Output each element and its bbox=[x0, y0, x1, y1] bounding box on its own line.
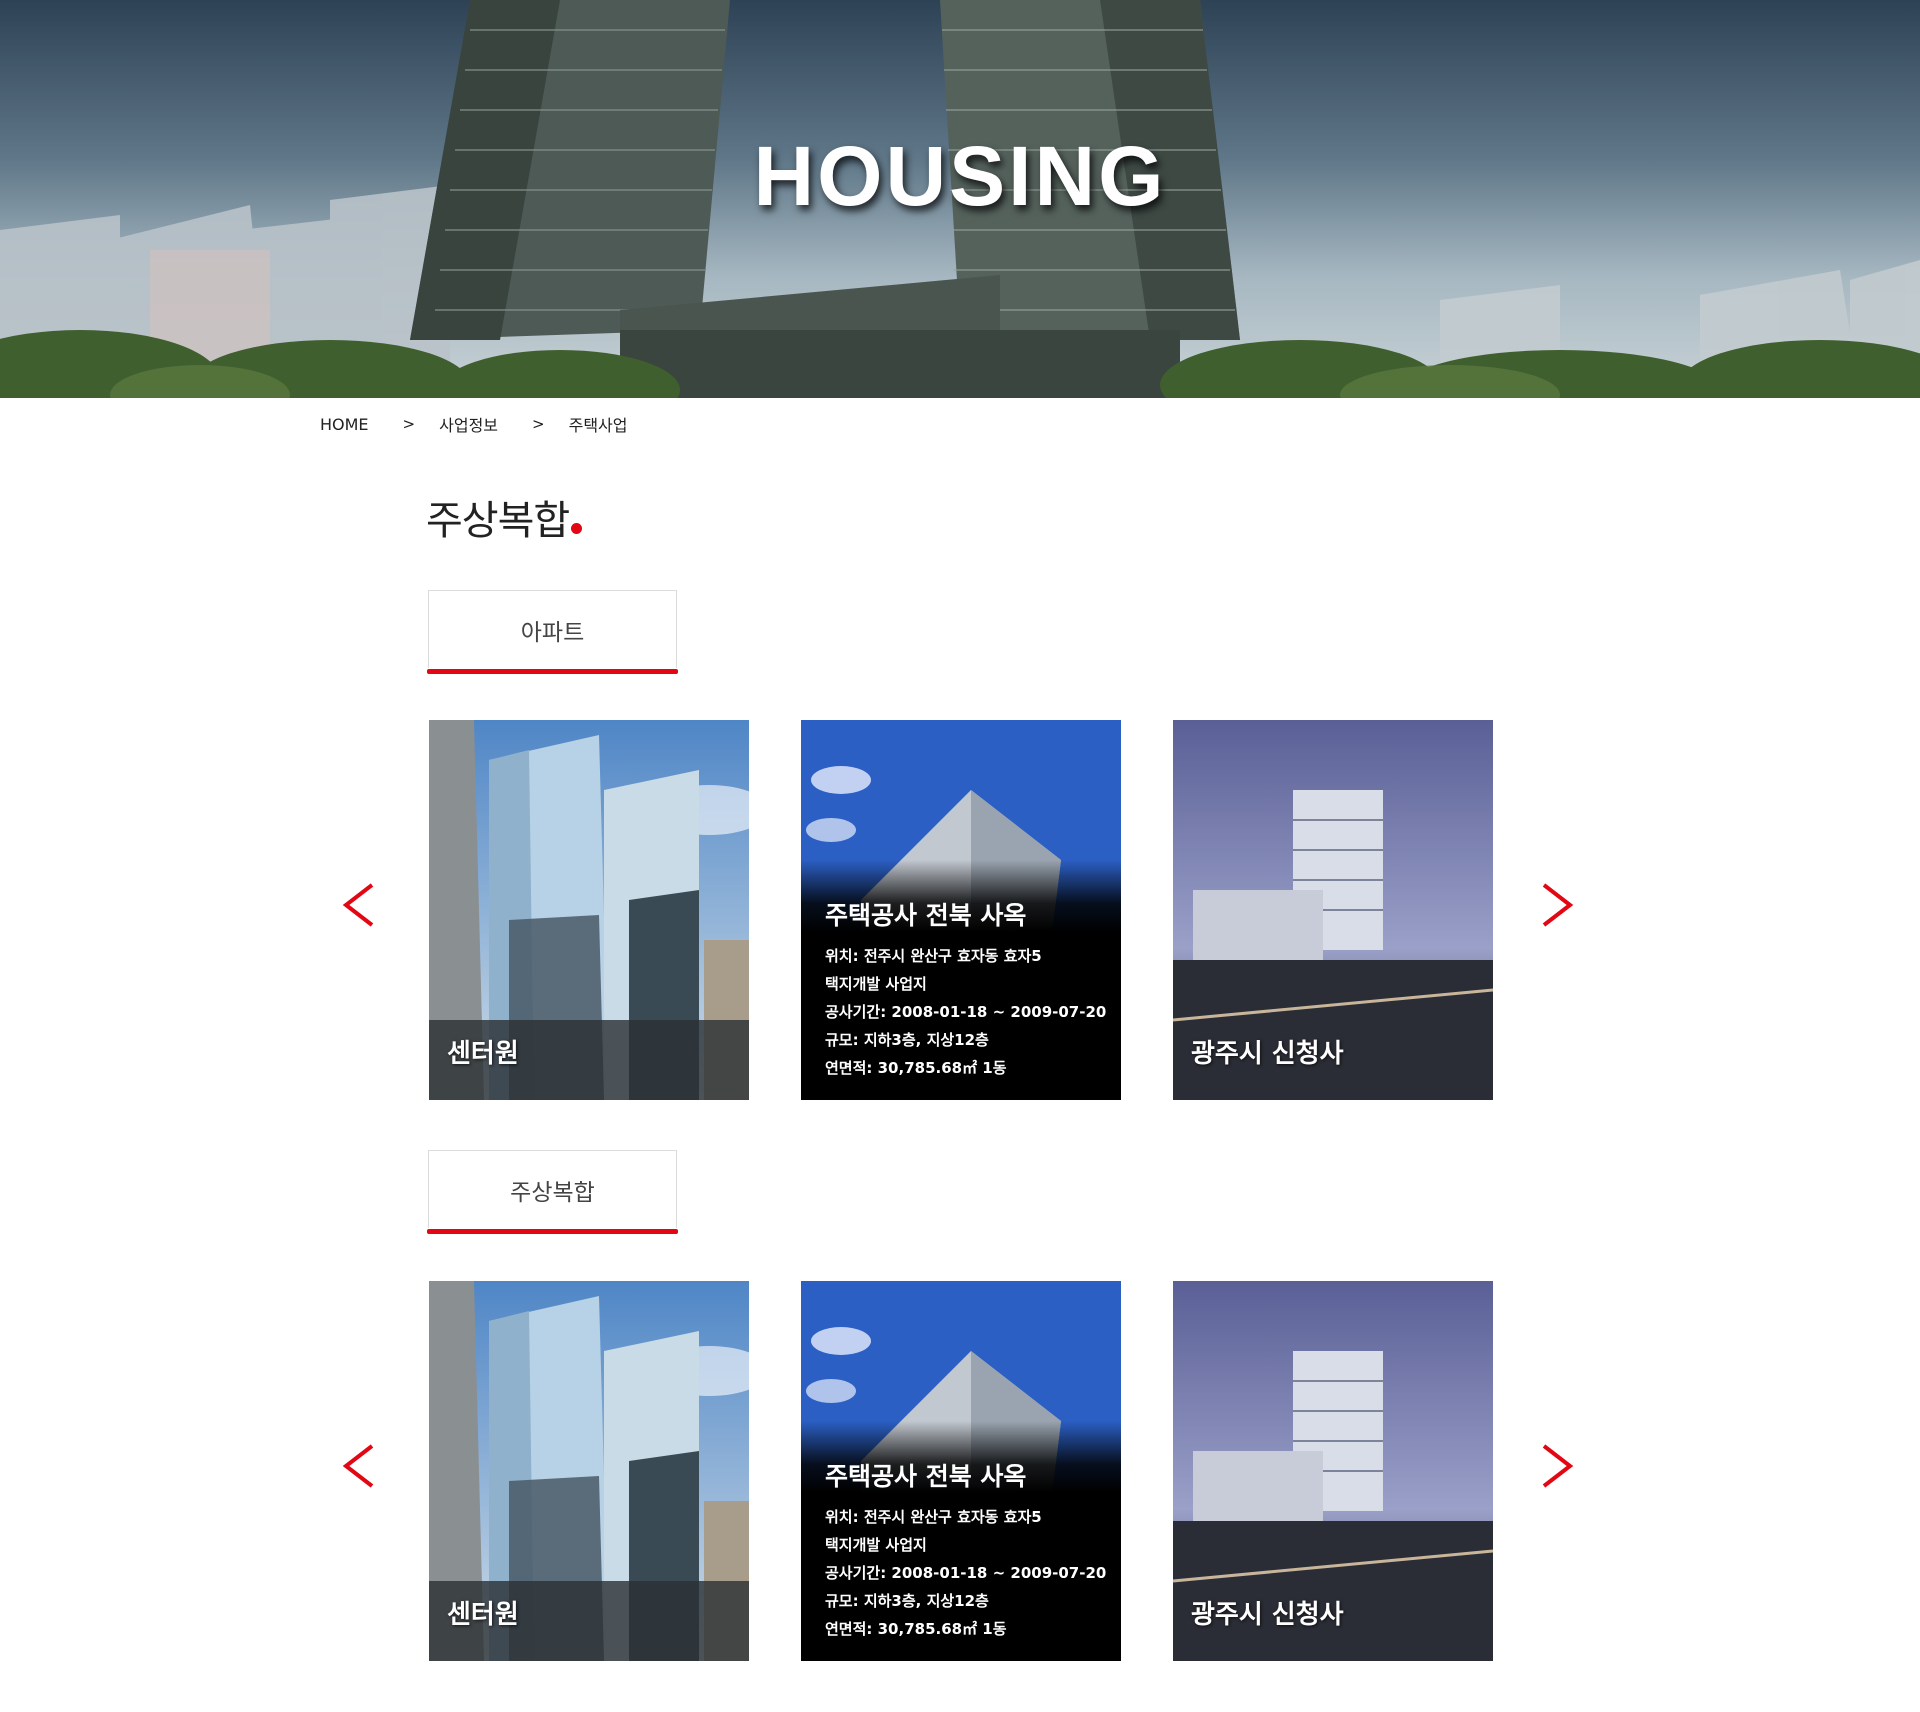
category-tab-mixed-use[interactable]: 주상복합 bbox=[427, 1150, 678, 1234]
project-card[interactable]: 광주시 신청사 bbox=[1173, 720, 1493, 1100]
category-tab-apartment[interactable]: 아파트 bbox=[427, 590, 678, 674]
project-card-active[interactable]: 주택공사 전북 사옥 위치: 전주시 완산구 효자동 효자5 택지개발 사업지 … bbox=[801, 1281, 1121, 1661]
project-name: 센터원 bbox=[447, 1039, 519, 1069]
project-detail-area: 연면적: 30,785.68㎡ 1동 bbox=[825, 1620, 1007, 1638]
project-name: 광주시 신청사 bbox=[1191, 1600, 1344, 1630]
project-name: 광주시 신청사 bbox=[1191, 1039, 1344, 1069]
breadcrumb-separator: > bbox=[402, 415, 416, 433]
project-detail-scale: 규모: 지하3층, 지상12층 bbox=[825, 1031, 989, 1049]
hero-title: HOUSING bbox=[753, 129, 1167, 223]
hero-banner: HOUSING bbox=[0, 0, 1920, 398]
carousel-next-button[interactable] bbox=[1536, 875, 1576, 935]
project-detail-scale: 규모: 지하3층, 지상12층 bbox=[825, 1592, 989, 1610]
carousel-prev-button[interactable] bbox=[340, 1436, 380, 1496]
project-detail-location: 위치: 전주시 완산구 효자동 효자5 bbox=[825, 1508, 1042, 1526]
project-detail-period: 공사기간: 2008-01-18 ~ 2009-07-20 bbox=[825, 1003, 1107, 1021]
breadcrumb: HOME > 사업정보 > 주택사업 bbox=[320, 412, 627, 436]
category-tab-label: 아파트 bbox=[520, 619, 585, 646]
carousel-next-button[interactable] bbox=[1536, 1436, 1576, 1496]
project-name: 센터원 bbox=[447, 1600, 519, 1630]
project-detail-location-2: 택지개발 사업지 bbox=[825, 1536, 927, 1554]
category-tab-label: 주상복합 bbox=[510, 1179, 595, 1206]
project-card[interactable]: 광주시 신청사 bbox=[1173, 1281, 1493, 1661]
carousel-prev-button[interactable] bbox=[340, 875, 380, 935]
project-card[interactable]: 센터원 bbox=[429, 1281, 749, 1661]
breadcrumb-level2-link[interactable]: 주택사업 bbox=[569, 412, 628, 436]
chevron-right-icon bbox=[1542, 883, 1574, 927]
project-card-active[interactable]: 주택공사 전북 사옥 위치: 전주시 완산구 효자동 효자5 택지개발 사업지 … bbox=[801, 720, 1121, 1100]
chevron-left-icon bbox=[342, 883, 374, 927]
breadcrumb-home-link[interactable]: HOME bbox=[320, 415, 369, 434]
page-title-text: 주상복합 bbox=[426, 498, 570, 544]
tab-active-underline bbox=[427, 1229, 678, 1234]
chevron-right-icon bbox=[1542, 1444, 1574, 1488]
project-name: 주택공사 전북 사옥 bbox=[825, 1462, 1027, 1491]
project-detail-location: 위치: 전주시 완산구 효자동 효자5 bbox=[825, 947, 1042, 965]
breadcrumb-separator: > bbox=[532, 415, 545, 433]
tab-active-underline bbox=[427, 669, 678, 674]
project-details: 위치: 전주시 완산구 효자동 효자5 택지개발 사업지 공사기간: 2008-… bbox=[825, 942, 1106, 1082]
project-detail-period: 공사기간: 2008-01-18 ~ 2009-07-20 bbox=[825, 1564, 1107, 1582]
project-detail-area: 연면적: 30,785.68㎡ 1동 bbox=[825, 1059, 1007, 1077]
breadcrumb-level1-link[interactable]: 사업정보 bbox=[439, 412, 498, 436]
project-name: 주택공사 전북 사옥 bbox=[825, 901, 1027, 930]
title-dot-accent bbox=[571, 523, 583, 534]
project-detail-location-2: 택지개발 사업지 bbox=[825, 975, 927, 993]
project-card[interactable]: 센터원 bbox=[429, 720, 749, 1100]
chevron-left-icon bbox=[342, 1444, 374, 1488]
page-title: 주상복합 bbox=[426, 488, 583, 546]
project-details: 위치: 전주시 완산구 효자동 효자5 택지개발 사업지 공사기간: 2008-… bbox=[825, 1503, 1106, 1643]
